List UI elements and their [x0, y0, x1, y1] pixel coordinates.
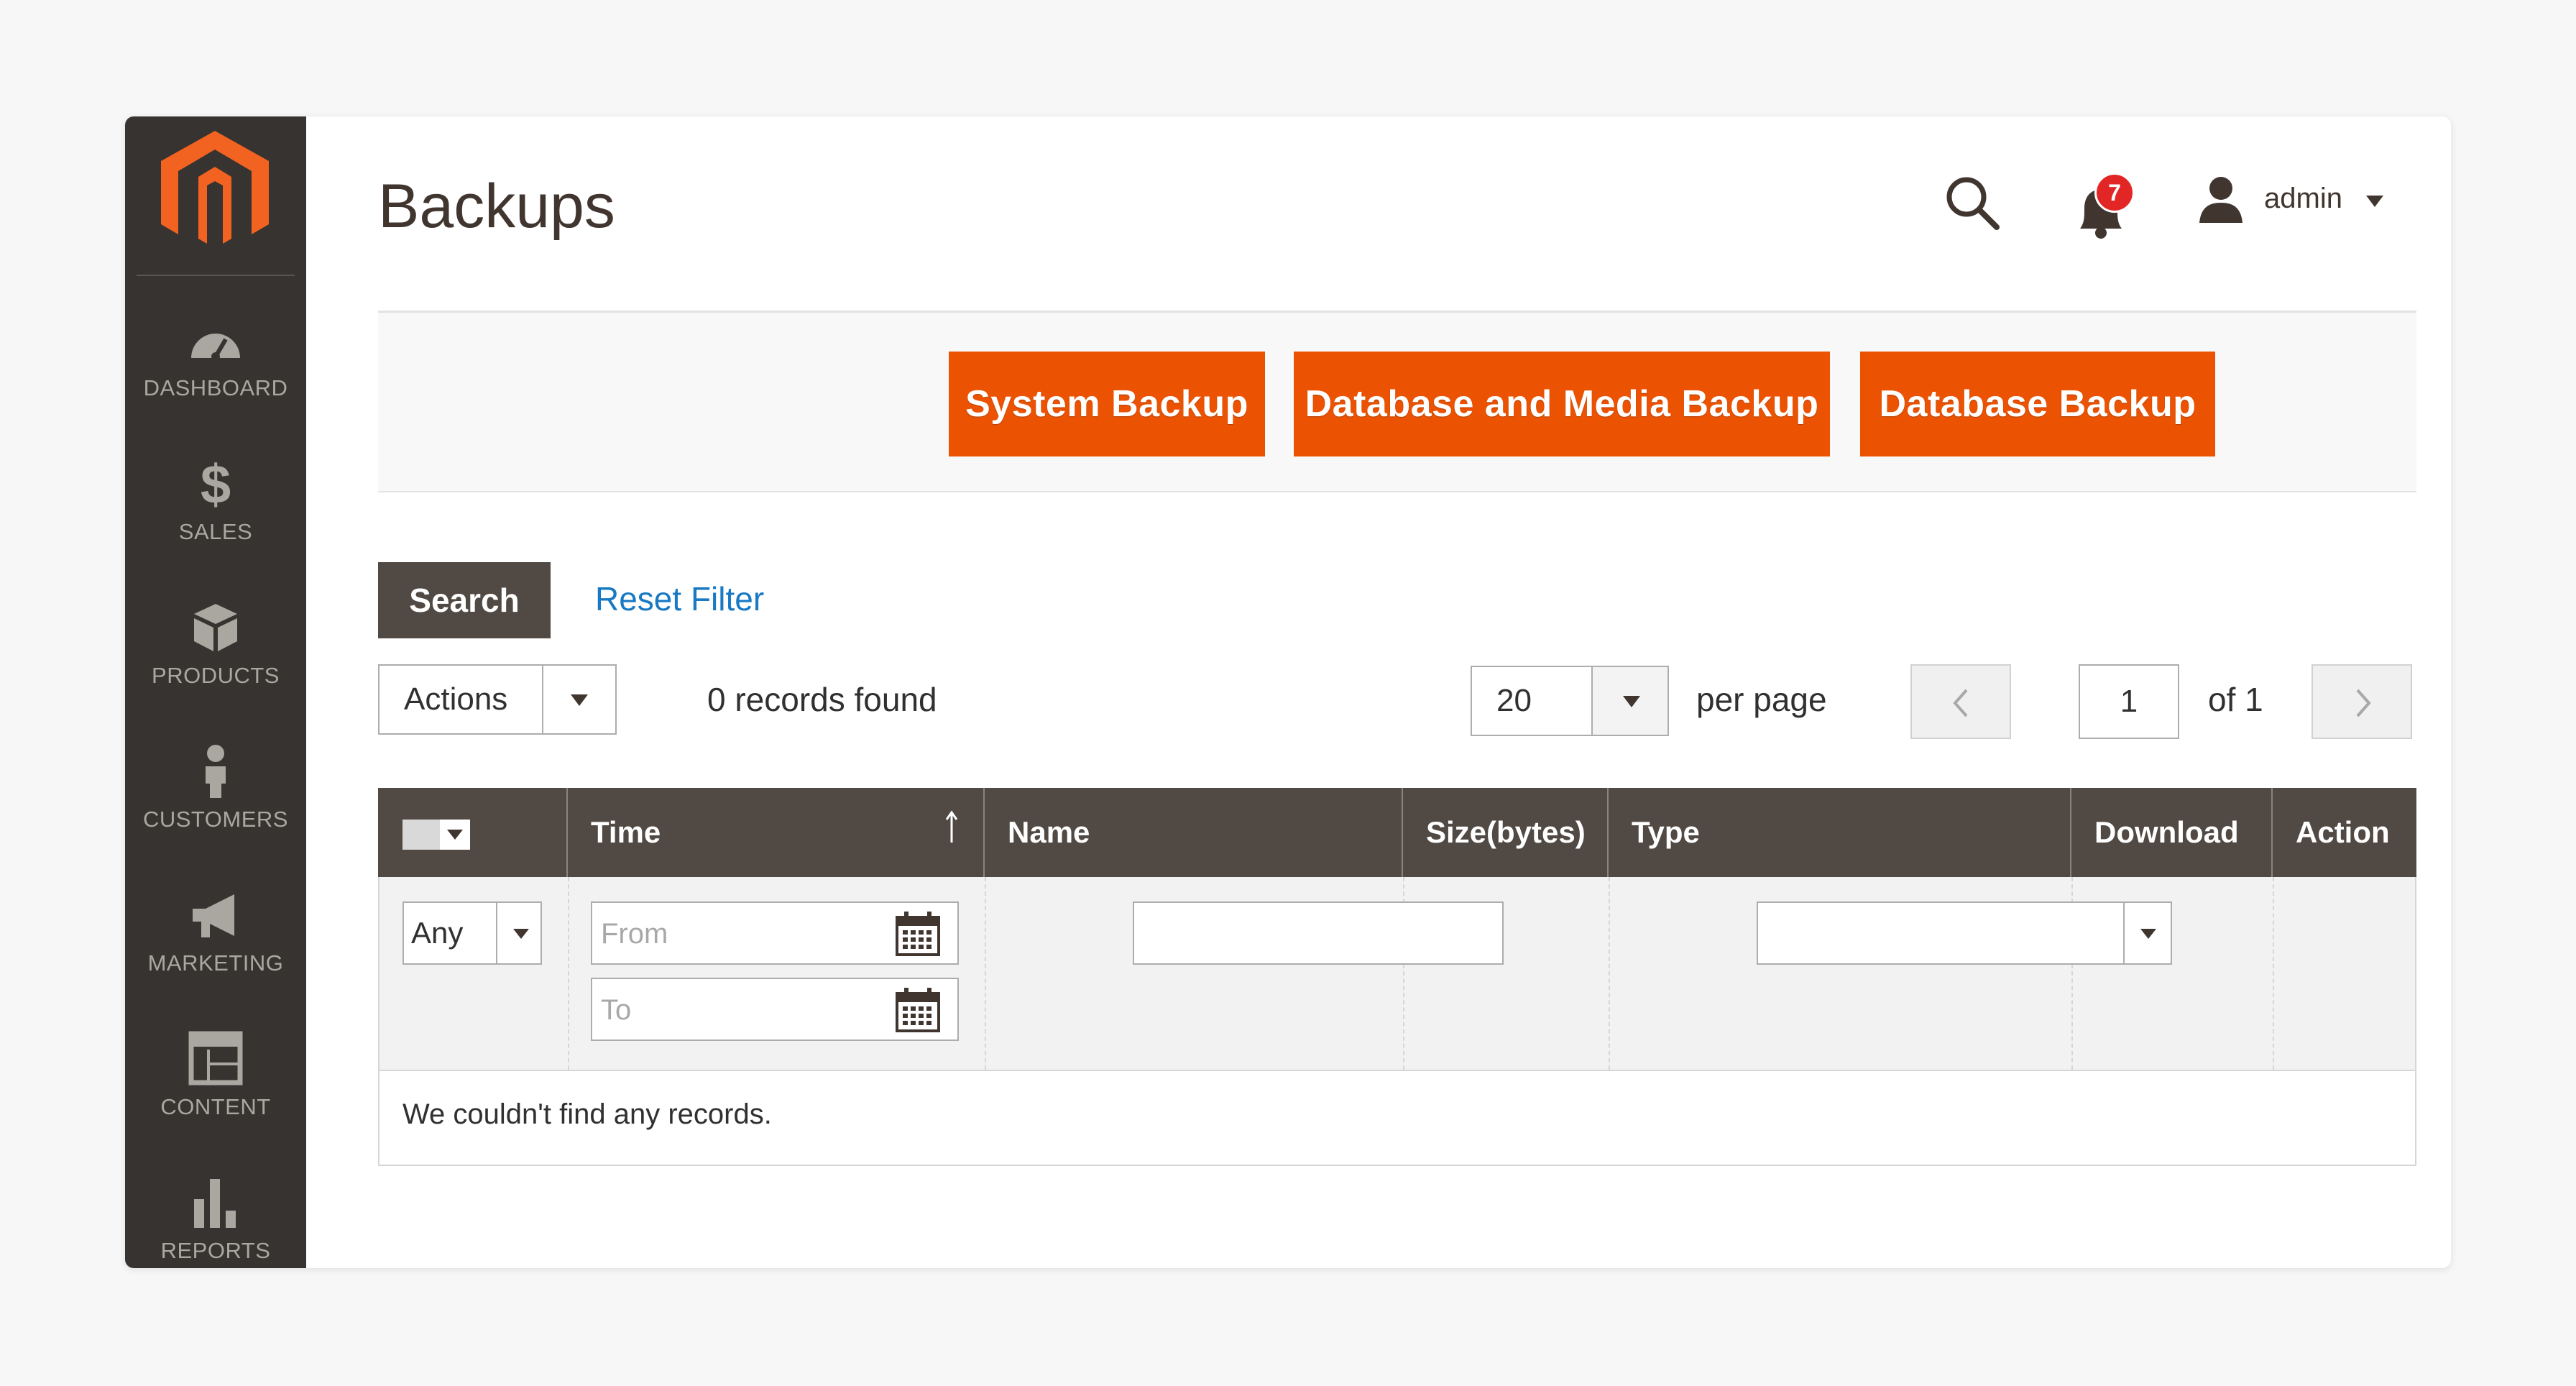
- dollar-icon: $: [201, 454, 231, 512]
- sidebar-item-label: REPORTS: [160, 1238, 271, 1263]
- system-backup-button[interactable]: System Backup: [949, 352, 1265, 456]
- sidebar-item-marketing[interactable]: MARKETING: [125, 886, 306, 1015]
- chevron-down-icon: [2140, 929, 2156, 939]
- select-divider: [1591, 667, 1593, 735]
- previous-page-button[interactable]: [1910, 664, 2011, 739]
- column-label: Time: [591, 815, 661, 849]
- selection-filter-value: Any: [411, 916, 464, 950]
- notification-badge[interactable]: 7: [2094, 173, 2135, 213]
- person-icon: [206, 745, 226, 798]
- admin-window: DASHBOARD $ SALES PRODUCTS CUSTOMERS MAR…: [125, 116, 2451, 1268]
- per-page-select[interactable]: 20: [1471, 666, 1669, 736]
- dashboard-gauge-icon: [191, 334, 240, 361]
- time-from-input[interactable]: [599, 913, 875, 955]
- megaphone-icon: [193, 894, 234, 937]
- time-to-field: [591, 978, 959, 1041]
- page-actions-bar: System Backup Database and Media Backup …: [378, 311, 2416, 492]
- sidebar-item-label: CONTENT: [160, 1094, 271, 1119]
- database-backup-button[interactable]: Database Backup: [1860, 352, 2215, 456]
- name-filter-input[interactable]: [1141, 913, 1496, 955]
- user-menu[interactable]: admin: [2195, 175, 2411, 233]
- bar-chart-icon: [194, 1179, 236, 1228]
- column-label: Name: [1008, 815, 1090, 849]
- column-separator: [1609, 877, 1610, 1070]
- backups-grid: Time Name Size(bytes) Type Download Acti…: [378, 788, 2416, 1166]
- checkbox-box: [402, 820, 440, 850]
- admin-sidebar: DASHBOARD $ SALES PRODUCTS CUSTOMERS MAR…: [125, 116, 306, 1268]
- per-page-value: 20: [1496, 683, 1532, 718]
- column-header-type[interactable]: Type: [1609, 788, 2071, 877]
- logo-separator: [137, 275, 295, 276]
- name-filter-field: [1133, 901, 1504, 965]
- search-button[interactable]: Search: [378, 562, 551, 638]
- layout-icon: [188, 1031, 243, 1086]
- column-label: Type: [1632, 815, 1700, 849]
- sidebar-item-label: CUSTOMERS: [142, 807, 288, 832]
- records-found-count: 0 records found: [707, 681, 937, 718]
- sidebar-item-content[interactable]: CONTENT: [125, 1029, 306, 1159]
- column-label: Action: [2296, 815, 2390, 849]
- sidebar-item-sales[interactable]: $ SALES: [125, 454, 306, 584]
- page-title: Backups: [378, 172, 615, 241]
- reset-filter-link[interactable]: Reset Filter: [595, 579, 764, 618]
- box-icon: [194, 604, 237, 651]
- column-header-size[interactable]: Size(bytes): [1403, 788, 1609, 877]
- database-media-backup-button[interactable]: Database and Media Backup: [1294, 352, 1830, 456]
- user-name: admin: [2264, 183, 2342, 214]
- time-from-field: [591, 901, 959, 965]
- next-page-button[interactable]: [2312, 664, 2412, 739]
- sidebar-item-reports[interactable]: REPORTS: [125, 1173, 306, 1268]
- chevron-right-icon: [2356, 689, 2371, 717]
- column-header-name[interactable]: Name: [985, 788, 1403, 877]
- mass-actions-select[interactable]: Actions: [378, 664, 617, 735]
- chevron-down-icon: [571, 694, 588, 706]
- time-to-input[interactable]: [599, 989, 875, 1031]
- column-header-time[interactable]: Time: [568, 788, 985, 877]
- per-page-label: per page: [1696, 681, 1827, 718]
- magento-logo[interactable]: [161, 131, 269, 250]
- column-separator: [985, 877, 986, 1070]
- grid-filter-row: Any: [380, 877, 2415, 1071]
- column-header-action[interactable]: Action: [2273, 788, 2416, 877]
- column-label: Download: [2094, 815, 2239, 849]
- calendar-icon[interactable]: [894, 986, 942, 1034]
- mass-select-checkbox[interactable]: [402, 820, 470, 850]
- mass-actions-value: Actions: [404, 681, 508, 717]
- chevron-down-icon: [1623, 696, 1640, 707]
- empty-grid-message: We couldn't find any records.: [402, 1098, 772, 1130]
- chevron-down-icon: [513, 929, 529, 939]
- column-separator: [2273, 877, 2274, 1070]
- select-divider: [2123, 903, 2125, 963]
- selection-filter-select[interactable]: Any: [402, 901, 542, 965]
- search-icon[interactable]: [1942, 173, 2001, 231]
- column-header-download[interactable]: Download: [2071, 788, 2273, 877]
- chevron-left-icon: [1953, 689, 1968, 717]
- chevron-down-icon: [447, 830, 463, 840]
- select-divider: [542, 666, 543, 733]
- user-icon: [2199, 177, 2242, 223]
- column-separator: [568, 877, 569, 1070]
- mass-select-column: [378, 788, 568, 877]
- select-divider: [496, 903, 497, 963]
- sort-ascending-icon: [945, 810, 958, 843]
- sidebar-item-label: SALES: [178, 519, 253, 544]
- sidebar-item-label: PRODUCTS: [152, 663, 280, 688]
- current-page-input[interactable]: 1: [2079, 664, 2179, 739]
- sidebar-item-customers[interactable]: CUSTOMERS: [125, 742, 306, 871]
- type-filter-select[interactable]: [1757, 901, 2172, 965]
- sidebar-item-label: MARKETING: [147, 950, 284, 976]
- sidebar-item-dashboard[interactable]: DASHBOARD: [125, 311, 306, 440]
- sidebar-item-products[interactable]: PRODUCTS: [125, 598, 306, 728]
- page-of-total: of 1: [2208, 681, 2263, 718]
- column-label: Size(bytes): [1426, 815, 1586, 849]
- grid-header: Time Name Size(bytes) Type Download Acti…: [378, 788, 2416, 877]
- calendar-icon[interactable]: [894, 910, 942, 958]
- chevron-down-icon: [2366, 196, 2383, 207]
- svg-text:$: $: [201, 454, 231, 512]
- sidebar-item-label: DASHBOARD: [143, 375, 288, 400]
